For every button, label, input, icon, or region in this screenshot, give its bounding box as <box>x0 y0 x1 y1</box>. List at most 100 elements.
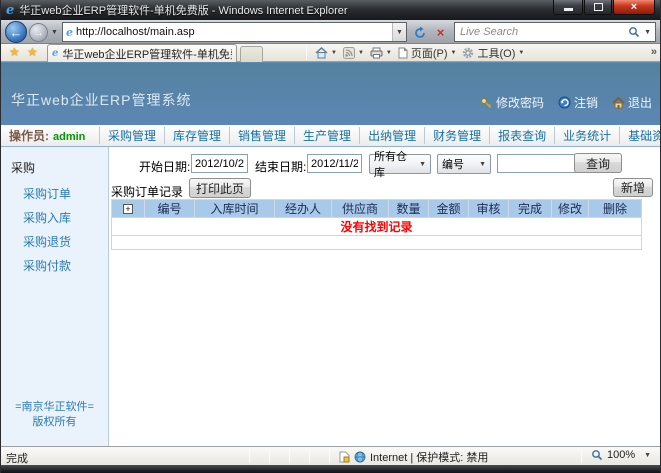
exit-home-icon <box>612 97 625 109</box>
new-tab-button[interactable] <box>240 46 263 62</box>
print-page-button[interactable]: 打印此页 <box>189 178 251 198</box>
status-divider <box>581 450 582 463</box>
copyright-line1: =南京华正软件= <box>1 400 108 415</box>
sidebar-item-purchase-order[interactable]: 采购订单 <box>23 185 71 209</box>
column-header-quantity: 数量 <box>389 200 429 218</box>
column-header-supplier: 供应商 <box>332 200 389 218</box>
print-button[interactable]: ▼ <box>370 47 392 59</box>
start-date-label: 开始日期: <box>139 158 190 175</box>
menu-bar: 操作员:admin 采购管理 库存管理 销售管理 生产管理 出纳管理 财务管理 … <box>1 125 660 147</box>
logout-link[interactable]: 注销 <box>558 94 598 111</box>
change-password-label: 修改密码 <box>496 94 544 111</box>
menu-item-statistics[interactable]: 业务统计 <box>554 127 619 144</box>
tools-menu-label: 工具(O) <box>477 45 515 61</box>
tab-active[interactable]: e 华正web企业ERP管理软件-单机免费版 <box>47 44 237 62</box>
exit-link[interactable]: 退出 <box>612 94 652 111</box>
start-date-input[interactable] <box>191 154 248 173</box>
search-input[interactable] <box>455 24 628 40</box>
zoom-level: 100% <box>607 449 635 461</box>
menu-item-finance[interactable]: 财务管理 <box>424 127 489 144</box>
tab-label: 华正web企业ERP管理软件-单机免费版 <box>62 46 232 62</box>
ie-logo-icon: e <box>6 4 14 17</box>
expand-plus-icon[interactable]: + <box>123 204 133 214</box>
stop-icon: × <box>437 25 445 40</box>
toolbar-right: ▼ ▼ ▼ <box>301 44 527 62</box>
address-bar: e ▼ <box>62 22 407 42</box>
status-divider <box>249 450 250 463</box>
page-menu-label: 页面(P) <box>411 45 448 61</box>
add-favorite-icon[interactable]: ★ <box>27 45 38 59</box>
toolbar-overflow-button[interactable]: » <box>651 46 657 58</box>
warehouse-select[interactable]: 所有仓库 ▼ <box>369 154 431 174</box>
menu-item-sales[interactable]: 销售管理 <box>229 127 294 144</box>
menu-item-inventory[interactable]: 库存管理 <box>164 127 229 144</box>
column-header-number: 编号 <box>145 200 195 218</box>
minimize-button[interactable] <box>553 0 583 15</box>
chevron-down-icon: ▼ <box>386 50 392 56</box>
back-button[interactable]: ← <box>5 21 27 43</box>
history-dropdown[interactable]: ▼ <box>51 29 58 36</box>
chevron-down-icon: ▼ <box>396 29 403 36</box>
status-divider <box>309 450 310 463</box>
search-options-dropdown[interactable]: ▼ <box>640 29 655 36</box>
field-select[interactable]: 编号 ▼ <box>437 154 491 174</box>
zoom-control[interactable]: 100% ▼ <box>591 449 651 461</box>
column-header-amount: 金额 <box>429 200 469 218</box>
forward-button[interactable]: → <box>29 23 48 42</box>
column-header-inbound-time: 入库时间 <box>195 200 275 218</box>
expand-all-header[interactable]: + <box>112 200 145 218</box>
operator-name: admin <box>53 131 85 143</box>
column-header-handler: 经办人 <box>275 200 332 218</box>
add-record-button[interactable]: 新增 <box>613 178 653 197</box>
internet-globe-icon <box>354 451 366 463</box>
status-text: 完成 <box>6 450 28 466</box>
operator-label: 操作员:admin <box>9 127 85 144</box>
refresh-button[interactable] <box>410 23 429 42</box>
sidebar-item-purchase-inbound[interactable]: 采购入库 <box>23 209 71 233</box>
address-dropdown[interactable]: ▼ <box>392 23 406 41</box>
table-header-row: + 编号 入库时间 经办人 供应商 数量 金额 审核 完成 修改 删除 <box>112 200 642 218</box>
menu-item-purchase[interactable]: 采购管理 <box>99 127 164 144</box>
minimize-icon <box>564 8 573 11</box>
menu-item-cashier[interactable]: 出纳管理 <box>359 127 424 144</box>
page-favicon: e <box>66 27 73 38</box>
menu-item-basedata[interactable]: 基础资料 <box>619 127 661 144</box>
sidebar-item-purchase-return[interactable]: 采购退货 <box>23 233 71 257</box>
url-input[interactable] <box>76 24 392 40</box>
home-icon <box>315 47 328 59</box>
column-header-modify: 修改 <box>552 200 589 218</box>
status-divider <box>289 450 290 463</box>
chevron-down-icon: ▼ <box>358 50 364 56</box>
sidebar-item-purchase-payment[interactable]: 采购付款 <box>23 257 71 281</box>
browser-window: e 华正web企业ERP管理软件-单机免费版 - Windows Interne… <box>0 0 661 473</box>
stop-button[interactable]: × <box>431 23 450 42</box>
change-password-link[interactable]: 修改密码 <box>480 94 544 111</box>
window-title: 华正web企业ERP管理软件-单机免费版 - Windows Internet … <box>19 2 347 18</box>
key-icon <box>480 97 493 109</box>
title-bar: e 华正web企业ERP管理软件-单机免费版 - Windows Interne… <box>1 0 660 20</box>
search-icon[interactable] <box>628 26 640 38</box>
column-header-audit: 审核 <box>469 200 509 218</box>
close-button[interactable]: × <box>613 0 655 15</box>
exit-label: 退出 <box>628 94 652 111</box>
tools-menu-button[interactable]: 工具(O) ▼ <box>462 45 524 61</box>
keyword-input[interactable] <box>497 154 577 173</box>
zoom-magnifier-icon <box>591 449 603 461</box>
refresh-icon <box>413 26 427 40</box>
close-icon: × <box>631 2 637 13</box>
forward-icon: → <box>33 27 44 39</box>
menu-item-reports[interactable]: 报表查询 <box>489 127 554 144</box>
printer-icon <box>370 47 383 59</box>
page-menu-button[interactable]: 页面(P) ▼ <box>398 45 457 61</box>
chevron-down-icon: ▼ <box>518 50 524 56</box>
column-header-delete: 删除 <box>589 200 642 218</box>
end-date-input[interactable] <box>307 154 362 173</box>
menu-item-production[interactable]: 生产管理 <box>294 127 359 144</box>
chevron-down-icon: ▼ <box>419 161 426 168</box>
header-links: 修改密码 注销 退出 <box>480 94 652 111</box>
feeds-button[interactable]: ▼ <box>343 47 364 59</box>
maximize-button[interactable] <box>584 0 612 15</box>
query-button[interactable]: 查询 <box>574 153 622 173</box>
home-button[interactable]: ▼ <box>315 47 337 59</box>
favorites-icon[interactable]: ★ <box>9 45 20 59</box>
